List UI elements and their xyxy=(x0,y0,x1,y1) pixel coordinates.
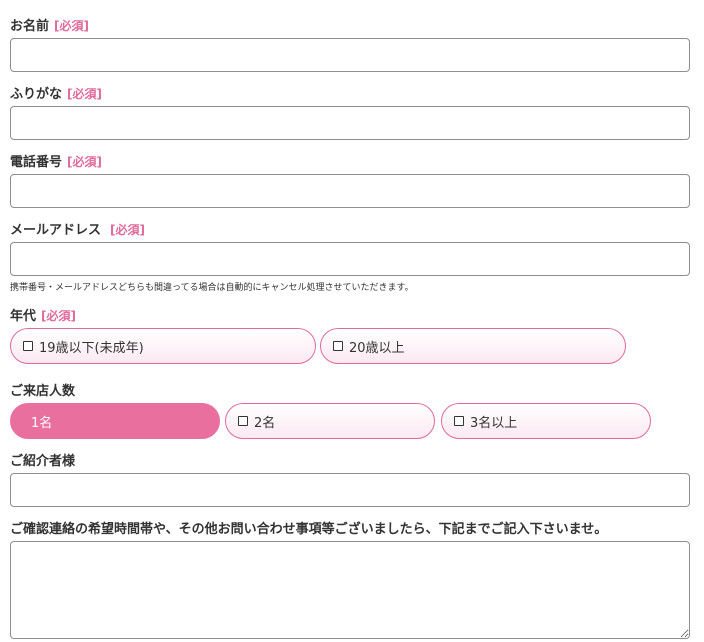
required-badge: [必須] xyxy=(54,19,89,33)
guests-option-2[interactable]: 2名 xyxy=(225,403,435,439)
message-label: ご確認連絡の希望時間帯や、その他お問い合わせ事項等ございましたら、下記までご記入… xyxy=(10,522,608,537)
age-option-under-19[interactable]: 19歳以下(未成年) xyxy=(10,328,316,364)
name-input[interactable] xyxy=(10,38,690,72)
checkbox-icon xyxy=(454,416,464,426)
guests-label: ご来店人数 xyxy=(10,384,76,399)
required-badge: [必須] xyxy=(41,309,76,323)
checkbox-icon xyxy=(238,416,248,426)
required-badge: [必須] xyxy=(110,223,145,237)
referrer-label: ご紹介者様 xyxy=(10,454,76,469)
phone-input[interactable] xyxy=(10,174,690,208)
phone-label: 電話番号 [必須] xyxy=(10,155,102,170)
checkbox-icon xyxy=(333,341,343,351)
furigana-label: ふりがな [必須] xyxy=(10,87,102,102)
age-option-20-and-over[interactable]: 20歳以上 xyxy=(320,328,626,364)
furigana-input[interactable] xyxy=(10,106,690,140)
required-badge: [必須] xyxy=(67,155,102,169)
guests-option-1[interactable]: 1名 xyxy=(10,403,220,439)
referrer-input[interactable] xyxy=(10,473,690,507)
email-note: 携帯番号・メールアドレスどちらも間違ってる場合は自動的にキャンセル処理させていた… xyxy=(10,283,414,293)
email-input[interactable] xyxy=(10,242,690,276)
age-label: 年代 [必須] xyxy=(10,309,76,324)
name-label: お名前 [必須] xyxy=(10,19,89,34)
guests-option-3-plus[interactable]: 3名以上 xyxy=(441,403,651,439)
email-label: メールアドレス [必須] xyxy=(10,223,145,238)
required-badge: [必須] xyxy=(67,87,102,101)
message-textarea[interactable] xyxy=(10,541,690,639)
checkbox-icon xyxy=(23,341,33,351)
